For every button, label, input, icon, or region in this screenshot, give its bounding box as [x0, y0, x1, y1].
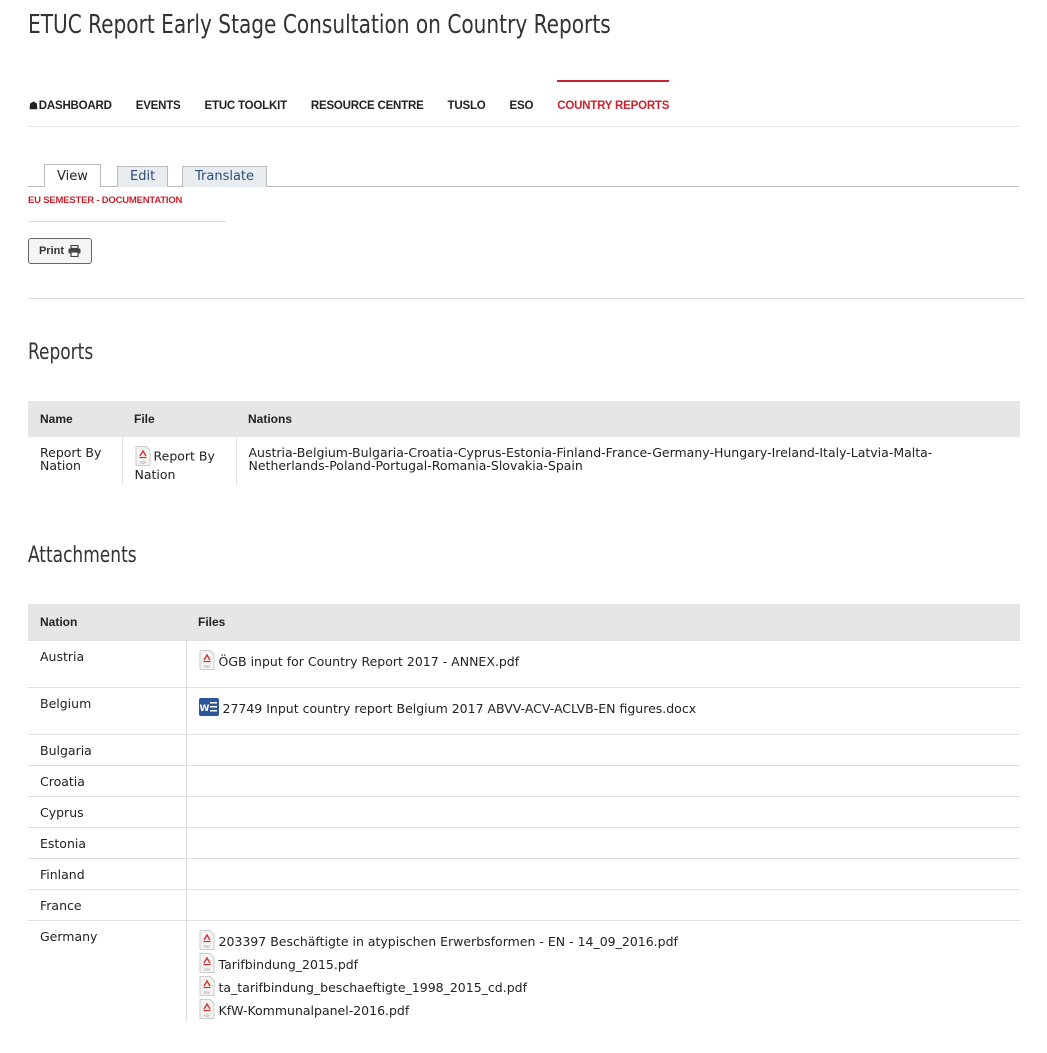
- report-file-link[interactable]: PDF Report By Nation: [135, 446, 224, 481]
- page-title: ETUC Report Early Stage Consultation on …: [28, 10, 611, 40]
- file-name: Tarifbindung_2015.pdf: [218, 957, 359, 972]
- svg-text:PDF: PDF: [203, 1014, 210, 1018]
- nation-cell: Bulgaria: [28, 734, 186, 766]
- svg-text:PDF: PDF: [203, 968, 210, 972]
- tab-view[interactable]: View: [44, 164, 101, 187]
- tab-edit[interactable]: Edit: [117, 166, 169, 187]
- file-name: KfW-Kommunalpanel-2016.pdf: [218, 1003, 410, 1018]
- file-name: ta_tarifbindung_beschaeftigte_1998_2015_…: [218, 980, 527, 995]
- files-cell: [185, 889, 1020, 921]
- nation-cell: Finland: [28, 858, 186, 890]
- divider: [28, 221, 226, 222]
- column-header: Files: [186, 604, 1020, 641]
- pdf-icon: PDF: [199, 953, 215, 976]
- column-header: File: [122, 401, 236, 437]
- nation-cell: Belgium: [28, 687, 186, 735]
- home-icon: ☗: [29, 101, 38, 112]
- svg-text:PDF: PDF: [203, 991, 210, 995]
- nav-item-resource-centre[interactable]: RESOURCE CENTRE: [311, 80, 424, 124]
- nation-cell: Cyprus: [28, 796, 186, 828]
- table-row: Germany PDF 203397 Beschäftigte in atypi…: [28, 920, 1020, 1022]
- print-button-label: Print: [38, 245, 65, 257]
- nav-item-label: ESO: [509, 100, 534, 112]
- nav-item-country-reports[interactable]: COUNTRY REPORTS: [557, 80, 669, 124]
- table-row: Cyprus: [28, 796, 1020, 828]
- file-link[interactable]: PDF KfW-Kommunalpanel-2016.pdf: [199, 999, 1009, 1022]
- report-name: Report By Nation: [40, 445, 102, 473]
- nav-item-eso[interactable]: ESO: [510, 80, 534, 124]
- breadcrumb[interactable]: EU SEMESTER - DOCUMENTATION: [28, 195, 182, 206]
- file-link[interactable]: PDF Tarifbindung_2015.pdf: [199, 953, 1009, 976]
- file-name: 27749 Input country report Belgium 2017 …: [222, 701, 697, 716]
- svg-text:PDF: PDF: [203, 945, 210, 949]
- table-row: Belgium W 27749 Input country report Bel…: [28, 687, 1020, 735]
- pdf-icon: PDF: [199, 999, 215, 1022]
- file-link[interactable]: PDF ta_tarifbindung_beschaeftigte_1998_2…: [199, 976, 1009, 999]
- table-row: Austria PDF ÖGB input for Country Report…: [28, 640, 1020, 688]
- table-row: Report By Nation PDF Report By Nation Au…: [28, 437, 1020, 485]
- file-link[interactable]: W 27749 Input country report Belgium 201…: [198, 697, 1009, 720]
- nation-cell: Germany: [28, 920, 186, 1022]
- files-cell: PDF ÖGB input for Country Report 2017 - …: [185, 640, 1020, 688]
- pdf-icon: PDF: [199, 650, 215, 673]
- pdf-icon: PDF: [135, 446, 151, 468]
- tab-translate[interactable]: Translate: [182, 166, 268, 187]
- word-icon: W: [198, 697, 219, 720]
- table-row: Finland: [28, 858, 1020, 890]
- table-row: Estonia: [28, 827, 1020, 859]
- reports-table: Name File Nations Report By Nation PDF R…: [28, 401, 1020, 485]
- nav-item-label: COUNTRY REPORTS: [557, 100, 670, 112]
- section-divider: [28, 298, 1025, 299]
- column-header: Name: [28, 401, 122, 437]
- file-name: ÖGB input for Country Report 2017 - ANNE…: [218, 654, 520, 669]
- nav-item-label: ETUC TOOLKIT: [204, 100, 288, 112]
- files-cell: PDF 203397 Beschäftigte in atypischen Er…: [185, 920, 1020, 1022]
- svg-text:PDF: PDF: [203, 665, 210, 669]
- pdf-icon: PDF: [199, 930, 215, 953]
- files-cell: [185, 827, 1020, 859]
- nav-item-label: DASHBOARD: [38, 100, 112, 112]
- attachments-heading: Attachments: [28, 543, 137, 568]
- table-header-row: Name File Nations: [28, 401, 1020, 437]
- nav-item-events[interactable]: EVENTS: [136, 80, 181, 124]
- nav-divider: [28, 126, 1019, 127]
- file-link[interactable]: PDF ÖGB input for Country Report 2017 - …: [199, 650, 1009, 673]
- nation-cell: France: [28, 889, 186, 921]
- files-cell: [185, 796, 1020, 828]
- nation-cell: Croatia: [28, 765, 186, 797]
- file-name: 203397 Beschäftigte in atypischen Erwerb…: [218, 934, 678, 949]
- table-row: Croatia: [28, 765, 1020, 797]
- svg-text:W: W: [199, 704, 209, 714]
- nav-item-tuslo[interactable]: TUSLO: [448, 80, 486, 124]
- files-cell: [185, 858, 1020, 890]
- files-cell: W 27749 Input country report Belgium 201…: [185, 687, 1020, 735]
- nation-cell: Estonia: [28, 827, 186, 859]
- nav-item-dashboard[interactable]: ☗DASHBOARD: [29, 80, 112, 124]
- nav-item-label: RESOURCE CENTRE: [310, 100, 424, 112]
- reports-heading: Reports: [28, 340, 94, 365]
- nav-item-etuc-toolkit[interactable]: ETUC TOOLKIT: [204, 80, 288, 124]
- pdf-icon: PDF: [199, 976, 215, 999]
- table-row: Bulgaria: [28, 734, 1020, 766]
- files-cell: [185, 765, 1020, 797]
- report-nations: Austria-Belgium-Bulgaria-Croatia-Cyprus-…: [235, 437, 1020, 485]
- tab-bar: View Edit Translate: [28, 164, 1019, 187]
- main-nav: ☗DASHBOARD EVENTS ETUC TOOLKIT RESOURCE …: [29, 80, 693, 126]
- report-file-cell: PDF Report By Nation: [121, 437, 236, 485]
- svg-text:PDF: PDF: [139, 461, 146, 465]
- column-header: Nations: [236, 401, 1020, 437]
- table-header-row: Nation Files: [28, 604, 1020, 641]
- column-header: Nation: [28, 604, 186, 641]
- table-row: France: [28, 889, 1020, 921]
- attachments-table: Nation Files Austria PDF ÖGB input for C…: [28, 604, 1020, 1022]
- files-cell: [185, 734, 1020, 766]
- print-button[interactable]: Print: [28, 238, 92, 264]
- file-link[interactable]: PDF 203397 Beschäftigte in atypischen Er…: [199, 930, 1009, 953]
- nav-item-label: EVENTS: [135, 100, 181, 112]
- nation-cell: Austria: [28, 640, 186, 688]
- nav-item-label: TUSLO: [447, 100, 486, 112]
- printer-icon: [68, 245, 81, 257]
